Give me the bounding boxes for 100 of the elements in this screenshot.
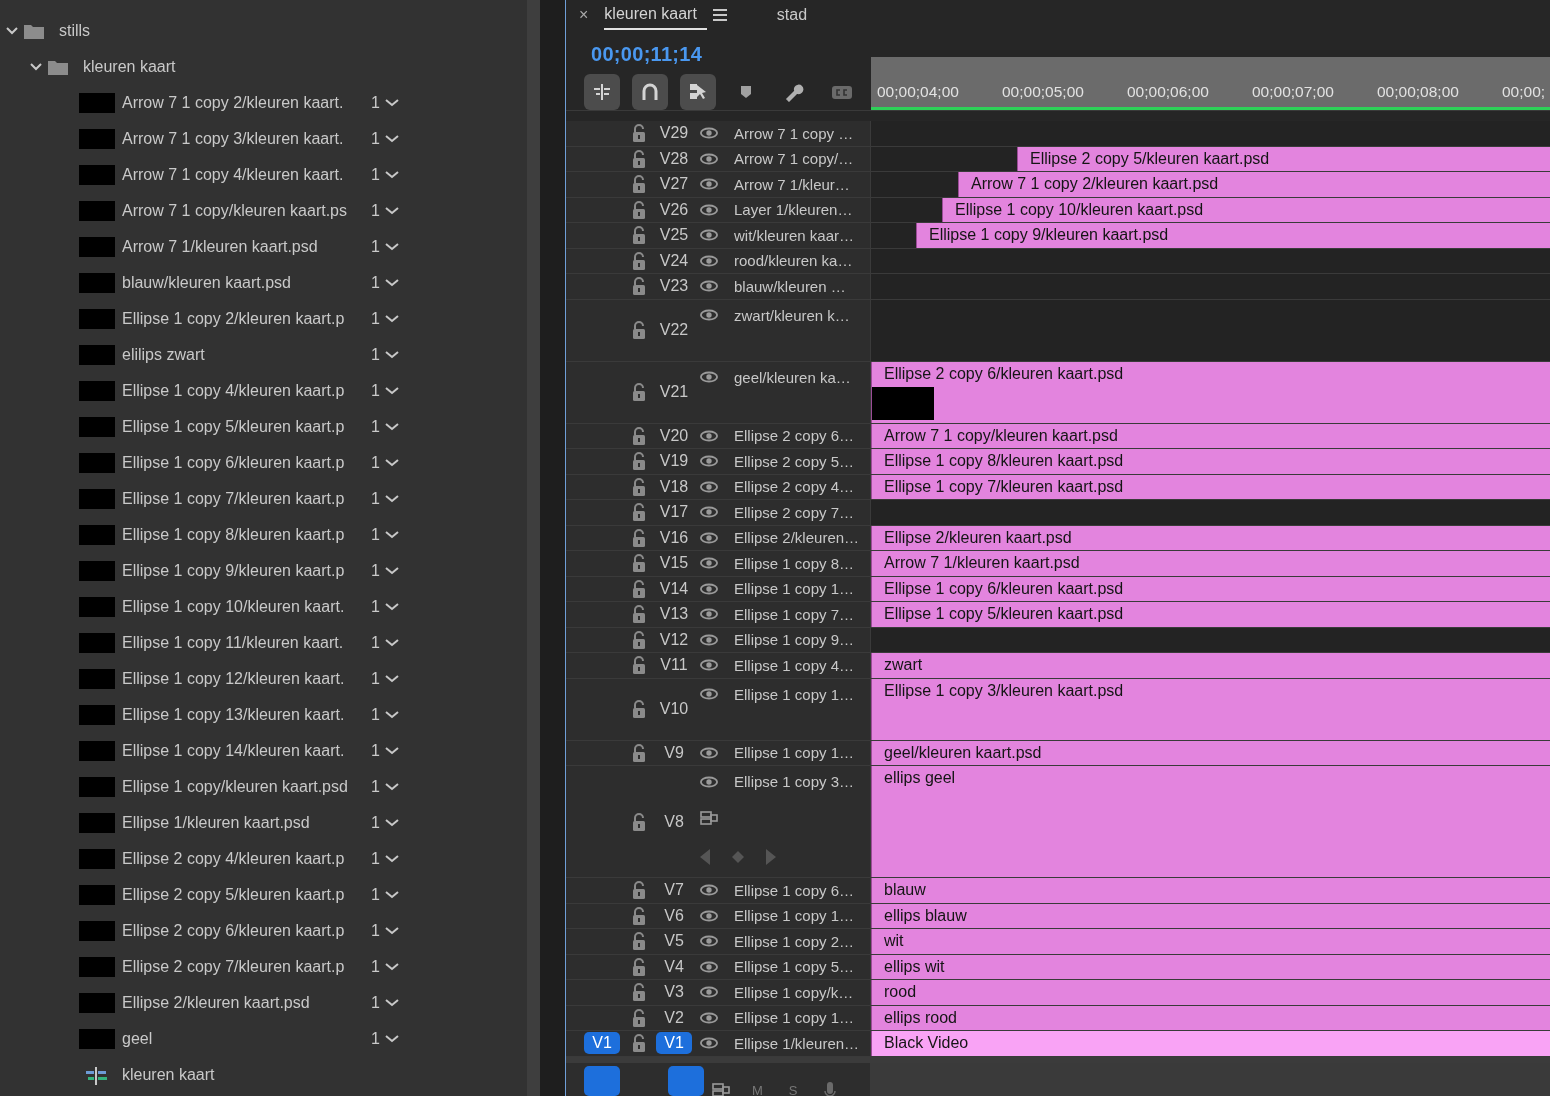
timeline-clip[interactable]: zwart	[871, 653, 1550, 678]
item-name[interactable]: Ellipse 2 copy 6/kleuren kaart.p	[122, 922, 371, 940]
lock-icon[interactable]	[632, 605, 646, 624]
lock-icon[interactable]	[632, 251, 646, 270]
track-header[interactable]: V25 wit/kleuren kaar…	[566, 223, 871, 248]
track-header[interactable]: V7 Ellipse 1 copy 6…	[566, 878, 871, 903]
track-name[interactable]: Layer 1/kleuren…	[734, 201, 853, 219]
track-name[interactable]: Ellipse 1 copy 1…	[734, 907, 855, 925]
track-target-button[interactable]: V7	[656, 879, 692, 902]
track-header[interactable]: V12 Ellipse 1 copy 9…	[566, 627, 871, 652]
chevron-icon[interactable]	[385, 315, 399, 323]
item-name[interactable]: Arrow 7 1 copy 4/kleuren kaart.	[122, 166, 371, 184]
track-target-button[interactable]: V22	[656, 319, 692, 341]
item-name[interactable]: Ellipse 2 copy 5/kleuren kaart.p	[122, 886, 371, 904]
track-header[interactable]: V15 Ellipse 1 copy 8…	[566, 551, 871, 576]
item-name[interactable]: Arrow 7 1 copy/kleuren kaart.ps	[122, 202, 371, 220]
track-header[interactable]: V6 Ellipse 1 copy 1…	[566, 903, 871, 928]
timeline-clip[interactable]: Ellipse 1 copy 8/kleuren kaart.psd	[871, 449, 1550, 474]
track-target-button[interactable]: V19	[656, 450, 692, 473]
track-name[interactable]: Ellipse 2 copy 7…	[734, 503, 855, 521]
item-name[interactable]: Ellipse 2/kleuren kaart.psd	[122, 994, 371, 1012]
chevron-icon[interactable]	[385, 135, 399, 143]
track-target-button[interactable]: V1	[656, 1032, 692, 1055]
lock-icon[interactable]	[632, 477, 646, 496]
track-header[interactable]: V21 geel/kleuren ka…	[566, 361, 871, 423]
timeline-clip[interactable]: Ellipse 1 copy 9/kleuren kaart.psd	[916, 223, 1550, 248]
eye-icon[interactable]	[700, 582, 718, 595]
track-header[interactable]: V13 Ellipse 1 copy 7…	[566, 602, 871, 627]
track-name[interactable]: Ellipse 1 copy 8…	[734, 554, 855, 572]
eye-icon[interactable]	[700, 986, 718, 999]
eye-icon[interactable]	[700, 229, 718, 242]
track-header[interactable]: V8 Ellipse 1 copy 3…	[566, 766, 871, 877]
track-header[interactable]: V29 Arrow 7 1 copy …	[566, 121, 871, 146]
track-target-button[interactable]: V18	[656, 475, 692, 498]
chevron-icon[interactable]	[385, 927, 399, 935]
timeline-clip[interactable]: Ellipse 1 copy 3/kleuren kaart.psd	[871, 678, 1550, 740]
lock-icon[interactable]	[632, 528, 646, 547]
eye-icon[interactable]	[700, 659, 718, 672]
timeline-clip[interactable]: Ellipse 1 copy 6/kleuren kaart.psd	[871, 576, 1550, 601]
eye-icon[interactable]	[700, 1011, 718, 1024]
close-tab-button[interactable]: ×	[579, 6, 589, 24]
track-header[interactable]: V10 Ellipse 1 copy 1…	[566, 678, 871, 740]
chevron-icon[interactable]	[385, 243, 399, 251]
chevron-icon[interactable]	[385, 711, 399, 719]
lock-icon[interactable]	[632, 175, 646, 194]
lock-icon[interactable]	[632, 503, 646, 522]
lock-icon[interactable]	[632, 812, 646, 831]
lock-icon[interactable]	[632, 656, 646, 675]
chevron-icon[interactable]	[385, 207, 399, 215]
timeline-clip[interactable]: ellips rood	[871, 1005, 1550, 1030]
sequence-tab[interactable]: stad	[776, 0, 818, 30]
track-name[interactable]: Ellipse 1 copy 5…	[734, 958, 855, 976]
chevron-icon[interactable]	[385, 603, 399, 611]
time-ruler[interactable]: 00;00;04;00 00;00;05;00 00;00;06;00 00;00;07;00 00;00;08;00 00;00;	[871, 57, 1550, 110]
chevron-icon[interactable]	[385, 963, 399, 971]
timeline-clip[interactable]: Ellipse 2 copy 5/kleuren kaart.psd	[1017, 146, 1550, 171]
track-name[interactable]: zwart/kleuren k…	[734, 306, 850, 324]
item-name[interactable]: Ellipse 2 copy 4/kleuren kaart.p	[122, 850, 371, 868]
chevron-icon[interactable]	[385, 171, 399, 179]
track-target-button[interactable]: V25	[656, 224, 692, 247]
track-target-button[interactable]: V4	[656, 955, 692, 978]
track-target-button[interactable]: V20	[656, 424, 692, 447]
track-header[interactable]: V24 rood/kleuren ka…	[566, 248, 871, 273]
chevron-icon[interactable]	[385, 279, 399, 287]
timeline-clip[interactable]: Black Video	[871, 1031, 1550, 1056]
track-target-button[interactable]: V15	[656, 552, 692, 575]
lock-icon[interactable]	[632, 452, 646, 471]
track-name[interactable]: Ellipse 1 copy 1…	[734, 580, 855, 598]
timeline-clip[interactable]: blauw	[871, 878, 1550, 903]
eye-icon[interactable]	[700, 506, 718, 519]
eye-icon[interactable]	[700, 455, 718, 468]
track-target-button[interactable]: V23	[656, 275, 692, 298]
lock-icon[interactable]	[632, 700, 646, 718]
track-header[interactable]: V17 Ellipse 2 copy 7…	[566, 500, 871, 525]
track-name[interactable]: Ellipse 1/kleuren…	[734, 1034, 860, 1052]
track-target-button[interactable]	[668, 1065, 704, 1096]
lock-icon[interactable]	[632, 277, 646, 296]
lock-icon[interactable]	[632, 906, 646, 925]
track-header[interactable]: V1 V1 Ellipse 1/kleuren…	[566, 1031, 871, 1056]
track-name[interactable]: geel/kleuren ka…	[734, 368, 851, 386]
track-header[interactable]: V5 Ellipse 1 copy 2…	[566, 929, 871, 954]
eye-icon[interactable]	[700, 884, 718, 897]
lock-icon[interactable]	[632, 630, 646, 649]
track-name[interactable]: Ellipse 1 copy 2…	[734, 932, 855, 950]
chevron-icon[interactable]	[385, 459, 399, 467]
source-patch-button[interactable]: V1	[584, 1032, 620, 1055]
timeline-clip[interactable]: Arrow 7 1 copy/kleuren kaart.psd	[871, 423, 1550, 448]
eye-icon[interactable]	[700, 608, 718, 621]
item-name[interactable]: Arrow 7 1/kleuren kaart.psd	[122, 238, 371, 256]
item-name[interactable]: Ellipse 1 copy 5/kleuren kaart.p	[122, 418, 371, 436]
track-header[interactable]: V2 Ellipse 1 copy 1…	[566, 1005, 871, 1030]
eye-icon[interactable]	[700, 775, 718, 788]
clip-link-icon[interactable]	[700, 811, 718, 825]
track-target-button[interactable]: V9	[656, 741, 692, 764]
eye-icon[interactable]	[700, 746, 718, 759]
track-target-button[interactable]: V28	[656, 147, 692, 170]
lock-icon[interactable]	[632, 579, 646, 598]
track-header[interactable]: V18 Ellipse 2 copy 4…	[566, 474, 871, 499]
track-name[interactable]: blauw/kleuren …	[734, 277, 846, 295]
track-name[interactable]: Arrow 7 1 copy/…	[734, 150, 854, 168]
